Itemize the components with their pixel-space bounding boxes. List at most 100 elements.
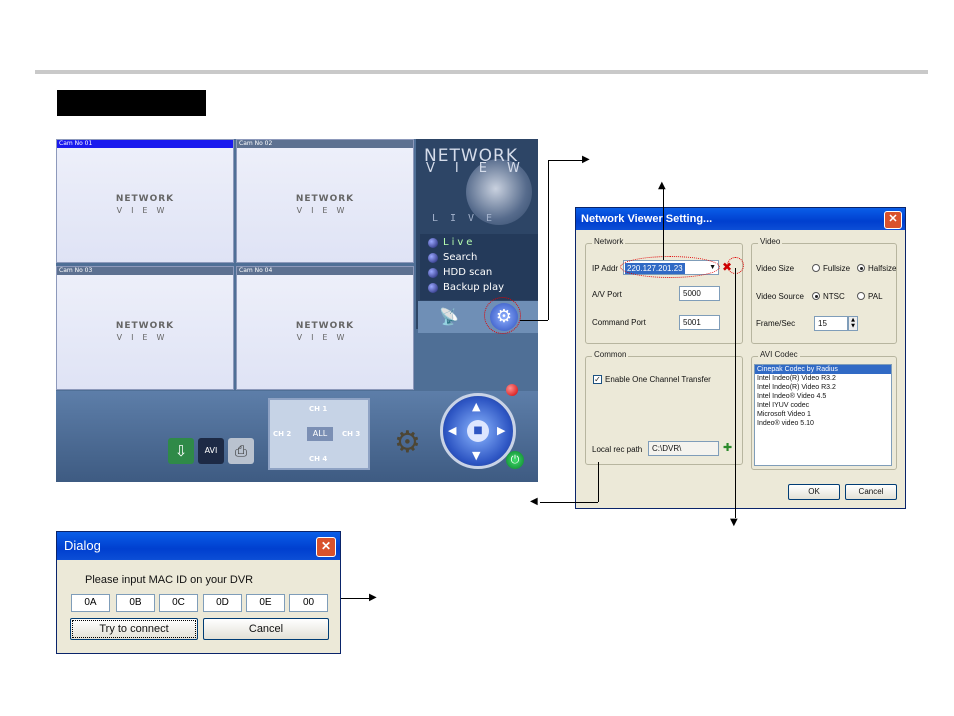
connector-line xyxy=(663,186,664,260)
ptz-right-arrow-icon[interactable]: ▶ xyxy=(497,424,505,437)
network-viewer-settings-dialog: Network Viewer Setting... ✕ Network IP A… xyxy=(575,207,906,509)
ntsc-radio[interactable] xyxy=(812,292,820,300)
list-item[interactable]: Indeo® video 5.10 xyxy=(755,419,891,428)
connector-line xyxy=(598,462,599,502)
avi-icon[interactable]: AVI xyxy=(198,438,224,464)
record-folder-icon[interactable]: ⇩ xyxy=(168,438,194,464)
connector-line xyxy=(520,320,548,321)
group-label: Video xyxy=(758,237,783,246)
list-item[interactable]: Intel IYUV codec xyxy=(755,401,891,410)
command-port-label: Command Port xyxy=(592,318,646,327)
command-port-input[interactable]: 5001 xyxy=(679,315,720,330)
placeholder-logo-sub: VIEW xyxy=(116,333,174,342)
cancel-button[interactable]: Cancel xyxy=(845,484,897,500)
list-item[interactable]: Intel Indeo(R) Video R3.2 xyxy=(755,383,891,392)
ptz-left-arrow-icon[interactable]: ◀ xyxy=(448,424,456,437)
connector-line xyxy=(735,268,736,518)
frame-rate-label: Frame/Sec xyxy=(756,319,796,328)
power-icon[interactable]: ⏻ xyxy=(506,451,524,469)
list-item[interactable]: Intel Indeo® Video 4.5 xyxy=(755,392,891,401)
video-source-label: Video Source xyxy=(756,292,804,301)
fullsize-radio[interactable] xyxy=(812,264,820,272)
cog-decoration-icon: ⚙ xyxy=(394,425,421,460)
camera-view-1[interactable]: Cam No 01 NETWORK VIEW xyxy=(56,139,234,263)
brand-logo-sub: VIEW xyxy=(426,161,538,176)
highlight-ring xyxy=(484,297,521,334)
channel-3-button[interactable]: CH 3 xyxy=(342,430,360,438)
channel-4-button[interactable]: CH 4 xyxy=(309,455,327,463)
group-label: Common xyxy=(592,350,629,359)
mac-byte-input[interactable]: 0B xyxy=(116,594,155,612)
placeholder-logo-sub: VIEW xyxy=(116,206,174,215)
close-icon[interactable]: ✕ xyxy=(884,211,902,229)
fullsize-label: Fullsize xyxy=(823,264,851,273)
ptz-down-arrow-icon[interactable]: ▼ xyxy=(472,449,480,462)
placeholder-logo-sub: VIEW xyxy=(296,206,354,215)
mac-byte-input[interactable]: 0C xyxy=(159,594,198,612)
browse-folder-icon[interactable]: ✚ xyxy=(723,441,732,454)
camera-label: Cam No 01 xyxy=(57,140,233,148)
av-port-input[interactable]: 5000 xyxy=(679,286,720,301)
menu-item-backup-play[interactable]: Backup play xyxy=(428,280,504,295)
placeholder-logo: NETWORK xyxy=(295,321,355,331)
menu-label: HDD scan xyxy=(443,267,493,278)
bullet-icon xyxy=(428,252,438,263)
try-to-connect-button[interactable]: Try to connect xyxy=(70,618,198,640)
avi-codec-list[interactable]: Cinepak Codec by Radius Intel Indeo(R) V… xyxy=(754,364,892,466)
local-rec-path-label: Local rec path xyxy=(592,445,643,454)
placeholder-logo-sub: VIEW xyxy=(296,333,354,342)
list-item[interactable]: Intel Indeo(R) Video R3.2 xyxy=(755,374,891,383)
ptz-stop-button[interactable]: ■ xyxy=(467,420,489,442)
record-indicator[interactable] xyxy=(506,384,518,396)
mac-byte-input[interactable]: 0E xyxy=(246,594,285,612)
channel-1-button[interactable]: CH 1 xyxy=(309,405,327,413)
ok-button[interactable]: OK xyxy=(788,484,840,500)
arrowhead-icon: ▶ xyxy=(369,592,377,603)
frame-rate-stepper[interactable]: ▲ ▼ xyxy=(848,316,858,331)
list-item[interactable]: Cinepak Codec by Radius xyxy=(755,365,891,374)
frame-rate-input[interactable]: 15 xyxy=(814,316,848,331)
mac-id-dialog: Dialog ✕ Please input MAC ID on your DVR… xyxy=(56,531,341,654)
ntsc-label: NTSC xyxy=(823,292,845,301)
pal-radio[interactable] xyxy=(857,292,865,300)
top-divider xyxy=(35,70,928,74)
video-size-label: Video Size xyxy=(756,264,795,273)
redacted-title-box xyxy=(57,90,206,116)
enable-one-channel-label: Enable One Channel Transfer xyxy=(605,375,711,384)
placeholder-logo: NETWORK xyxy=(115,321,175,331)
printer-icon[interactable]: ⎙ xyxy=(228,438,254,464)
all-channels-button[interactable]: ALL xyxy=(307,427,333,441)
halfsize-radio[interactable] xyxy=(857,264,865,272)
arrowhead-icon: ▶ xyxy=(582,154,590,165)
local-rec-path-input[interactable]: C:\DVR\ xyxy=(648,441,719,456)
ptz-up-arrow-icon[interactable]: ▲ xyxy=(472,400,480,413)
mac-byte-input[interactable]: 0D xyxy=(203,594,242,612)
network-viewer-app: Cam No 01 NETWORK VIEW Cam No 02 NETWORK… xyxy=(56,139,538,482)
cancel-button[interactable]: Cancel xyxy=(203,618,329,640)
channel-pad: CH 1 CH 2 CH 3 CH 4 ALL xyxy=(268,398,370,470)
menu-item-search[interactable]: Search xyxy=(428,250,477,265)
mac-byte-input[interactable]: 00 xyxy=(289,594,328,612)
menu-item-hdd-scan[interactable]: HDD scan xyxy=(428,265,492,280)
connector-line xyxy=(548,160,549,320)
enable-one-channel-checkbox[interactable]: ✓ xyxy=(593,375,602,384)
arrowhead-icon: ▲ xyxy=(658,180,666,191)
placeholder-logo: NETWORK xyxy=(295,194,355,204)
camera-view-2[interactable]: Cam No 02 NETWORK VIEW xyxy=(236,139,414,263)
satellite-icon[interactable]: 📡 xyxy=(436,305,462,329)
camera-label: Cam No 03 xyxy=(57,267,233,275)
close-icon[interactable]: ✕ xyxy=(316,537,336,557)
menu-label: Backup play xyxy=(443,282,505,293)
list-item[interactable]: Microsoft Video 1 xyxy=(755,410,891,419)
ip-label: IP Addr xyxy=(592,264,619,273)
pal-label: PAL xyxy=(868,292,883,301)
mac-byte-input[interactable]: 0A xyxy=(71,594,110,612)
channel-2-button[interactable]: CH 2 xyxy=(273,430,291,438)
bullet-icon xyxy=(428,237,438,248)
tool-buttons: ⇩ AVI ⎙ xyxy=(168,435,260,467)
group-label: AVI Codec xyxy=(758,350,800,359)
camera-label: Cam No 02 xyxy=(237,140,413,148)
camera-view-3[interactable]: Cam No 03 NETWORK VIEW xyxy=(56,266,234,390)
camera-view-4[interactable]: Cam No 04 NETWORK VIEW xyxy=(236,266,414,390)
menu-item-live[interactable]: Live xyxy=(428,235,475,250)
